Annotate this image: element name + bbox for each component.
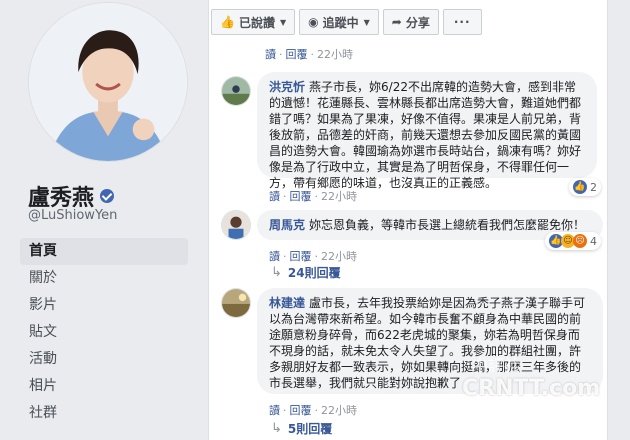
- comment-author[interactable]: 林建達: [269, 296, 305, 310]
- reply-link[interactable]: 回覆: [290, 402, 312, 418]
- reaction-summary[interactable]: 👍 ☺ ☹ 4: [545, 232, 601, 250]
- post-meta: 讀 · 回覆 · 22小時: [265, 46, 353, 62]
- verified-badge-icon: [100, 189, 115, 203]
- meta-separator: ·: [283, 249, 287, 263]
- share-arrow-icon: ➦: [391, 15, 402, 29]
- meta-separator: ·: [279, 47, 283, 61]
- meta-separator: ·: [310, 47, 315, 61]
- nav-item-events[interactable]: 活動: [20, 346, 188, 373]
- comment-author[interactable]: 洪克忻: [269, 80, 305, 94]
- nav-item-posts[interactable]: 貼文: [20, 319, 188, 346]
- thumbs-up-icon: 👍: [220, 15, 235, 29]
- timestamp[interactable]: 22小時: [321, 188, 357, 204]
- page-nav: 首頁 關於 影片 貼文 活動 相片 社群: [20, 238, 188, 427]
- liked-button-label: 已說讚: [238, 15, 275, 30]
- reaction-count: 2: [590, 180, 597, 194]
- share-button-label: 分享: [405, 15, 430, 30]
- comment-meta: 讀 · 回覆 · 22小時: [269, 248, 357, 264]
- meta-separator: ·: [283, 189, 287, 203]
- page-sidebar: 盧秀燕 @LuShiowYen 首頁 關於 影片 貼文 活動 相片 社群: [0, 0, 196, 440]
- more-options-button[interactable]: ···: [442, 9, 482, 35]
- chevron-down-icon: ▼: [279, 17, 287, 27]
- like-link[interactable]: 讀: [265, 46, 276, 62]
- landscape-avatar-image: [222, 289, 250, 317]
- nav-item-videos[interactable]: 影片: [20, 292, 188, 319]
- like-reaction-icon: 👍: [573, 180, 587, 194]
- commenter-avatar[interactable]: [221, 210, 251, 240]
- timestamp[interactable]: 22小時: [321, 402, 357, 418]
- profile-avatar[interactable]: [28, 2, 188, 162]
- watermark-text: CRNTT.com: [462, 376, 601, 401]
- more-options-icon: ···: [453, 15, 471, 29]
- angry-reaction-icon: ☹: [573, 234, 587, 248]
- comment-text: 燕子市長，妳6/22不出席韓的造勢大會，感到非常的遺憾！花蓮縣長、雲林縣長都出席…: [269, 80, 582, 190]
- nav-item-community[interactable]: 社群: [20, 400, 188, 427]
- meta-separator: ·: [314, 403, 319, 417]
- landscape-avatar-image: [222, 77, 250, 105]
- liked-button[interactable]: 👍 已說讚 ▼: [211, 9, 296, 35]
- nav-item-home[interactable]: 首頁: [20, 238, 188, 265]
- watermark-chinese: 中評社: [472, 356, 521, 375]
- replies-count-label: 24則回覆: [287, 266, 341, 280]
- comment-author[interactable]: 周馬克: [269, 218, 305, 232]
- share-button[interactable]: ➦ 分享: [382, 9, 439, 35]
- like-link[interactable]: 讀: [269, 248, 280, 264]
- person-avatar-image: [222, 211, 250, 239]
- timestamp[interactable]: 22小時: [317, 46, 353, 62]
- profile-photo: [29, 3, 187, 161]
- view-replies-link[interactable]: ↳ 5則回覆: [271, 420, 332, 437]
- nav-item-about[interactable]: 關於: [20, 265, 188, 292]
- comment-bubble: 洪克忻 燕子市長，妳6/22不出席韓的造勢大會，感到非常的遺憾！花蓮縣長、雲林縣長…: [257, 72, 597, 190]
- meta-separator: ·: [314, 249, 319, 263]
- rss-icon: ◉: [308, 15, 319, 29]
- reply-link[interactable]: 回覆: [286, 46, 308, 62]
- reaction-summary[interactable]: 👍 2: [569, 178, 601, 196]
- page-handle[interactable]: @LuShiowYen: [28, 208, 117, 223]
- like-link[interactable]: 讀: [269, 402, 280, 418]
- comment-text: 妳忘恩負義，等韓市長選上總統看我們怎麼罷免你！: [309, 218, 586, 232]
- reply-arrow-icon: ↳: [271, 265, 282, 280]
- meta-separator: ·: [314, 189, 319, 203]
- following-button-label: 追蹤中: [322, 15, 359, 30]
- replies-count-label: 5則回覆: [287, 422, 333, 436]
- comment-meta: 讀 · 回覆 · 22小時: [269, 402, 357, 418]
- timestamp[interactable]: 22小時: [321, 248, 357, 264]
- chevron-down-icon: ▼: [363, 17, 370, 27]
- like-link[interactable]: 讀: [269, 188, 280, 204]
- meta-separator: ·: [283, 403, 287, 417]
- main-column: 👍 已說讚 ▼ ◉ 追蹤中 ▼ ➦ 分享 ··· 讀 · 回覆 · 22小時 洪…: [208, 0, 608, 440]
- reaction-count: 4: [590, 234, 597, 248]
- following-button[interactable]: ◉ 追蹤中 ▼: [299, 9, 379, 35]
- commenter-avatar[interactable]: [221, 76, 251, 106]
- commenter-avatar[interactable]: [221, 288, 251, 318]
- comment-meta: 讀 · 回覆 · 22小時: [269, 188, 357, 204]
- page-action-bar: 👍 已說讚 ▼ ◉ 追蹤中 ▼ ➦ 分享 ···: [209, 8, 609, 36]
- nav-item-photos[interactable]: 相片: [20, 373, 188, 400]
- reply-link[interactable]: 回覆: [290, 188, 312, 204]
- reply-arrow-icon: ↳: [271, 421, 282, 436]
- reply-link[interactable]: 回覆: [290, 248, 312, 264]
- view-replies-link[interactable]: ↳ 24則回覆: [271, 264, 341, 281]
